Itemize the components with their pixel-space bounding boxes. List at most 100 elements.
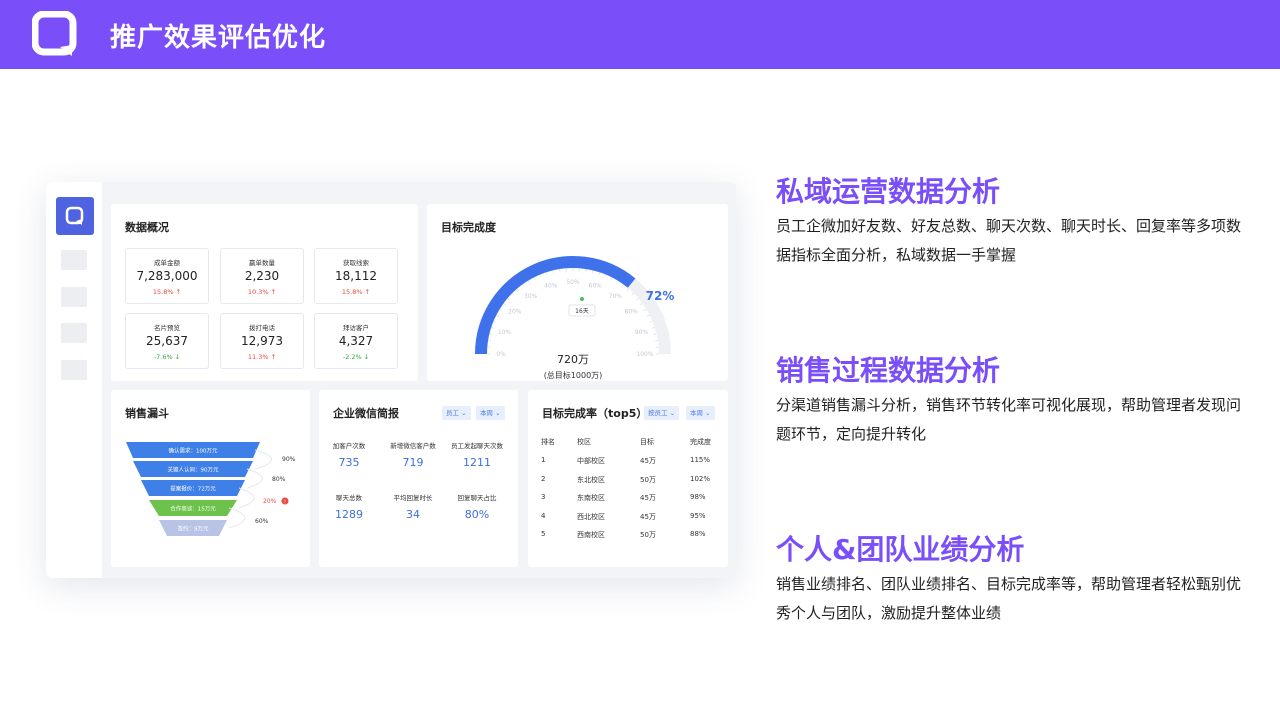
metric-value: 7,283,000 — [136, 269, 198, 283]
employee-filter-label: 员工 — [446, 409, 459, 417]
metric-label: 成单金额 — [154, 259, 180, 267]
gauge-tick-label: 40% — [544, 283, 558, 290]
dashboard-sidebar — [46, 182, 102, 578]
gauge-minor-tick — [639, 303, 643, 306]
kpi-value: 1289 — [335, 508, 363, 521]
table-cell: 西北校区 — [577, 512, 605, 521]
gauge-minor-tick — [552, 270, 555, 274]
kpi-label: 员工发起聊天次数 — [451, 442, 503, 450]
table-cell: 45万 — [640, 457, 656, 465]
gauge-minor-tick — [527, 280, 531, 284]
gauge-minor-tick — [643, 308, 647, 312]
funnel-stage-label: 签约：9万元 — [178, 525, 209, 533]
sidebar-item[interactable] — [61, 323, 87, 343]
arrow-up-icon: ↑ — [362, 288, 371, 296]
gauge-minor-tick — [649, 320, 653, 323]
kpi-value: 719 — [402, 456, 424, 469]
gauge-minor-tick — [653, 333, 657, 336]
gauge-minor-tick — [598, 272, 601, 276]
metric-value: 25,637 — [146, 334, 188, 348]
sidebar-item[interactable] — [61, 287, 87, 307]
gauge-amount: 720万 — [557, 353, 589, 366]
kpi-label: 平均回复时长 — [393, 494, 433, 502]
table-cell: 45万 — [640, 494, 656, 502]
chevron-down-icon: ⌄ — [669, 409, 676, 417]
gauge-minor-tick — [604, 274, 607, 278]
table-cell: 88% — [690, 530, 706, 538]
gauge-minor-tick — [621, 284, 624, 288]
funnel-chart: 确认需求：100万元关键人认同：90万元提案报价：72万元合作商谈：15万元签约… — [126, 442, 296, 536]
gauge-tick-label: 10% — [498, 329, 512, 336]
dashboard-logo — [56, 197, 94, 235]
metric-change-value: 10.3% — [247, 288, 269, 296]
gauge-minor-tick — [503, 303, 507, 306]
metric-card[interactable]: 名片预览 25,637 -7.6% ↓ — [125, 313, 209, 369]
table-cell: 50万 — [640, 531, 656, 539]
gauge-minor-tick — [610, 277, 613, 281]
metric-change-value: 11.3% — [247, 353, 269, 361]
gauge-tick-label: 80% — [625, 309, 639, 316]
employee-filter[interactable]: 员工 ⌄ — [442, 406, 471, 420]
gauge-minor-tick — [488, 340, 492, 342]
arrow-down-icon: ↓ — [361, 353, 370, 361]
period-filter[interactable]: 本周 ⌄ — [476, 406, 505, 420]
arrow-up-icon: ↑ — [173, 288, 182, 296]
page-title: 推广效果评估优化 — [110, 23, 327, 53]
funnel-rate-label: 80% — [272, 476, 286, 483]
sidebar-item[interactable] — [61, 250, 87, 270]
wechat-card: 企业微信简报 员工 ⌄ 本周 ⌄ 加客户次数 735 新增微信客户数 719 员工发起聊… — [319, 390, 518, 567]
gauge-tick-label: 60% — [589, 283, 603, 290]
metric-value: 2,230 — [244, 269, 280, 283]
metric-card[interactable]: 成单金额 7,283,000 15.8% ↑ — [125, 248, 209, 304]
gauge-subtitle: (总目标1000万) — [544, 370, 603, 380]
dashboard-preview: 数据概况 成单金额 7,283,000 15.8% ↑ 赢单数量 2,230 10.3% … — [46, 182, 736, 578]
wechat-title: 企业微信简报 — [333, 407, 399, 420]
gauge-minor-tick — [491, 326, 495, 329]
metric-card[interactable]: 拨打电话 12,973 11.3% ↑ — [220, 313, 304, 369]
kpi-value: 80% — [464, 508, 490, 521]
gauge-minor-tick — [626, 288, 630, 292]
funnel-stage-label: 确认需求：100万元 — [169, 447, 218, 455]
sidebar-item[interactable] — [61, 360, 87, 380]
table-cell: 2 — [541, 474, 546, 483]
table-cell: 东南校区 — [577, 494, 605, 502]
gauge-minor-tick — [585, 269, 587, 273]
funnel-rate-connector — [238, 487, 255, 509]
funnel-rate-connector — [246, 468, 263, 489]
gauge-minor-tick — [545, 272, 548, 276]
metric-card[interactable]: 获取线索 18,112 15.8% ↑ — [314, 248, 398, 304]
metric-card[interactable]: 赢单数量 2,230 10.3% ↑ — [220, 248, 304, 304]
ranking-period-filter[interactable]: 本周 ⌄ — [686, 406, 715, 420]
table-cell: 50万 — [640, 475, 656, 484]
metric-card[interactable]: 拜访客户 4,327 -2.2% ↓ — [314, 313, 398, 369]
ranking-group-filter[interactable]: 按员工 ⌄ — [644, 406, 680, 420]
metric-value: 4,327 — [338, 334, 374, 348]
ranking-title: 目标完成率（top5） — [542, 407, 648, 420]
table-cell: 东北校区 — [577, 475, 605, 484]
table-cell: 5 — [541, 530, 546, 538]
ranking-group-filter-label: 按员工 — [648, 409, 668, 417]
goal-gauge: 0% 10% 20% 30% 40% 50% 60% 70% 80% 90% 100% 72% 16… — [475, 256, 674, 380]
gauge-minor-tick — [654, 340, 658, 342]
kpi-value: 34 — [406, 508, 420, 521]
metric-label: 拜访客户 — [343, 324, 369, 332]
metric-label: 名片预览 — [154, 324, 180, 332]
section-desc-performance: 销售业绩排名、团队业绩排名、目标完成率等，帮助管理者轻松甄别优秀个人与团队，激励… — [776, 575, 1242, 622]
gauge-minor-tick — [646, 314, 650, 317]
metric-change-value: 15.8% — [152, 288, 174, 296]
alert-icon-mark: ! — [284, 500, 286, 506]
funnel-stage-label: 关键人认同：90万元 — [168, 466, 219, 474]
gauge-minor-tick — [559, 269, 561, 273]
funnel-stage-label: 合作商谈：15万元 — [170, 505, 216, 513]
funnel-rate-label: 90% — [282, 456, 296, 463]
metric-change: 15.8% ↑ — [126, 288, 208, 296]
funnel-rate-connector — [228, 507, 246, 529]
table-cell: 45万 — [640, 512, 656, 521]
metric-label: 赢单数量 — [249, 259, 275, 267]
table-header-cell: 目标 — [640, 438, 654, 446]
table-cell: 102% — [690, 474, 711, 483]
chevron-down-icon: ⌄ — [461, 409, 467, 417]
kpi-label: 回复聊天占比 — [457, 494, 497, 502]
gauge-minor-tick — [651, 326, 655, 329]
gauge-minor-tick — [499, 308, 503, 312]
